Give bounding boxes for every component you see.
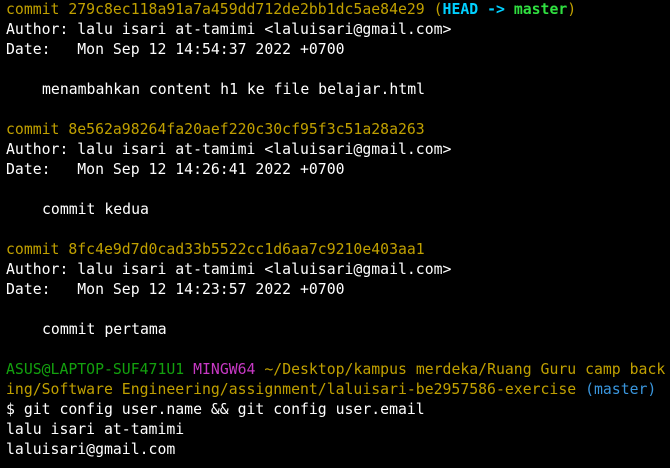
prompt-shell: MINGW64 (193, 361, 256, 378)
author-line: Author: lalu isari at-tamimi <laluisari@… (6, 261, 452, 278)
commit-hash: 279c8ec118a91a7a459dd712de2bb1dc5ae84e29 (68, 1, 425, 18)
prompt-line-continued: ing/Software Engineering/assignment/lalu… (6, 380, 670, 400)
prompt-line: ASUS@LAPTOP-SUF471U1 MINGW64 ~/Desktop/k… (6, 360, 670, 380)
command-line[interactable]: $ git config user.name && git config use… (6, 400, 670, 420)
commit-message: menambahkan content h1 ke file belajar.h… (42, 81, 426, 98)
terminal-window[interactable]: commit 279c8ec118a91a7a459dd712de2bb1dc5… (0, 0, 670, 468)
commit-keyword: commit (6, 1, 69, 18)
prompt-user-host: ASUS@LAPTOP-SUF471U1 (6, 361, 185, 378)
commit-keyword: commit (6, 121, 69, 138)
prompt-branch: (master) (585, 381, 657, 398)
branch-ref: master (513, 1, 568, 18)
commit-header: commit 8e562a98264fa20aef220c30cf95f3c51… (6, 120, 670, 140)
output-line: lalu isari at-tamimi (6, 421, 185, 438)
commit-hash: 8e562a98264fa20aef220c30cf95f3c51a28a263 (68, 121, 425, 138)
commit-header: commit 279c8ec118a91a7a459dd712de2bb1dc5… (6, 0, 670, 20)
date-line: Date: Mon Sep 12 14:26:41 2022 +0700 (6, 161, 345, 178)
date-line: Date: Mon Sep 12 14:54:37 2022 +0700 (6, 41, 345, 58)
prompt-path-continued: ing/Software Engineering/assignment/lalu… (6, 381, 577, 398)
author-line: Author: lalu isari at-tamimi <laluisari@… (6, 21, 452, 38)
ref-open: ( (424, 1, 443, 18)
output-line: laluisari@gmail.com (6, 441, 176, 458)
head-ref: HEAD -> (442, 1, 514, 18)
author-line: Author: lalu isari at-tamimi <laluisari@… (6, 141, 452, 158)
commit-message: commit kedua (42, 201, 149, 218)
commit-message: commit pertama (42, 321, 167, 338)
date-line: Date: Mon Sep 12 14:23:57 2022 +0700 (6, 281, 345, 298)
commit-keyword: commit (6, 241, 69, 258)
prompt-path: ~/Desktop/kampus merdeka/Ruang Guru camp… (264, 361, 666, 378)
commit-header: commit 8fc4e9d7d0cad33b5522cc1d6aa7c9210… (6, 240, 670, 260)
commit-hash: 8fc4e9d7d0cad33b5522cc1d6aa7c9210e403aa1 (68, 241, 425, 258)
ref-close: ) (567, 1, 577, 18)
